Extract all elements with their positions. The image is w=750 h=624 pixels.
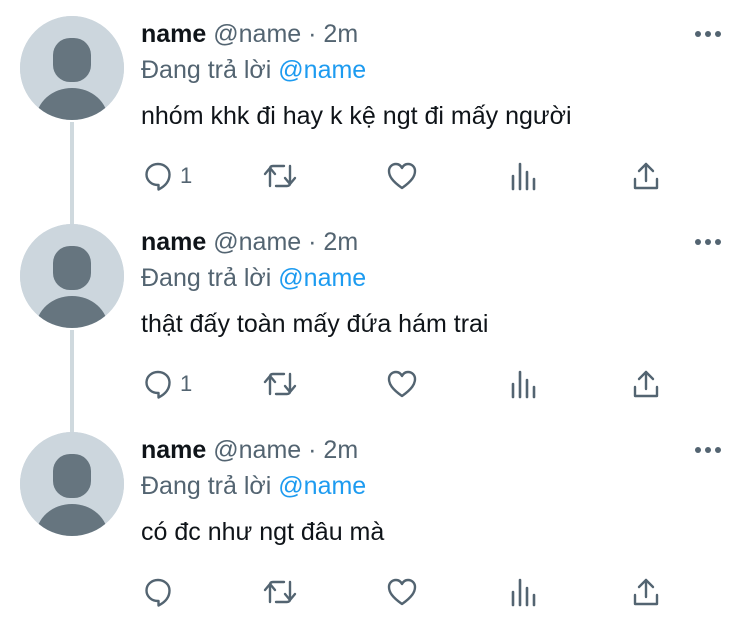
more-options-button[interactable] — [694, 235, 722, 249]
analytics-button[interactable] — [510, 156, 538, 196]
share-button[interactable] — [632, 364, 660, 404]
reply-count: 1 — [180, 163, 193, 188]
mention-link[interactable]: @name — [278, 264, 366, 292]
separator: · — [308, 228, 317, 256]
analytics-button[interactable] — [510, 364, 538, 404]
timestamp[interactable]: 2m — [323, 228, 358, 256]
like-button[interactable] — [386, 572, 418, 612]
more-options-button[interactable] — [694, 27, 722, 41]
tweet[interactable]: name @name · 2m Đang trả lời @name thật … — [0, 208, 750, 432]
share-button[interactable] — [632, 572, 660, 612]
reply-icon — [145, 162, 171, 191]
more-icon — [695, 31, 721, 37]
avatar[interactable] — [20, 16, 124, 120]
timestamp[interactable]: 2m — [323, 436, 358, 464]
reply-button[interactable] — [142, 572, 180, 612]
tweet-text: có đc như ngt đâu mà — [141, 518, 385, 546]
user-handle[interactable]: @name — [213, 228, 301, 256]
tweet-text: nhóm khk đi hay k kệ ngt đi mấy người — [141, 102, 572, 130]
retweet-button[interactable] — [262, 572, 298, 612]
like-icon — [387, 370, 417, 398]
analytics-icon — [511, 370, 536, 399]
analytics-icon — [511, 162, 536, 191]
reply-button[interactable]: 1 — [142, 156, 192, 196]
tweet-header: name @name · 2m — [141, 18, 358, 50]
action-bar — [0, 572, 750, 612]
default-avatar-icon — [20, 432, 124, 536]
like-icon — [387, 578, 417, 606]
timestamp[interactable]: 2m — [323, 20, 358, 48]
display-name[interactable]: name — [141, 20, 206, 48]
reply-icon — [145, 370, 171, 399]
share-icon — [633, 578, 659, 606]
reply-icon — [145, 578, 171, 607]
reply-button[interactable]: 1 — [142, 364, 192, 404]
more-icon — [695, 239, 721, 245]
replying-prefix: Đang trả lời — [141, 264, 272, 292]
avatar[interactable] — [20, 224, 124, 328]
tweet[interactable]: name @name · 2m Đang trả lời @name nhóm … — [0, 0, 750, 224]
mention-link[interactable]: @name — [278, 56, 366, 84]
avatar[interactable] — [20, 432, 124, 536]
display-name[interactable]: name — [141, 228, 206, 256]
reply-count: 1 — [180, 371, 193, 396]
user-handle[interactable]: @name — [213, 436, 301, 464]
replying-to: Đang trả lời @name — [141, 54, 366, 86]
replying-prefix: Đang trả lời — [141, 56, 272, 84]
display-name[interactable]: name — [141, 436, 206, 464]
retweet-icon — [263, 164, 297, 188]
separator: · — [308, 20, 317, 48]
more-icon — [695, 447, 721, 453]
share-icon — [633, 162, 659, 190]
replying-to: Đang trả lời @name — [141, 470, 366, 502]
like-button[interactable] — [386, 364, 418, 404]
analytics-icon — [511, 578, 536, 607]
retweet-button[interactable] — [262, 364, 298, 404]
like-icon — [387, 162, 417, 190]
tweet[interactable]: name @name · 2m Đang trả lời @name có đc… — [0, 416, 750, 624]
replying-to: Đang trả lời @name — [141, 262, 366, 294]
replying-prefix: Đang trả lời — [141, 472, 272, 500]
more-options-button[interactable] — [694, 443, 722, 457]
retweet-icon — [263, 580, 297, 604]
user-handle[interactable]: @name — [213, 20, 301, 48]
analytics-button[interactable] — [510, 572, 538, 612]
tweet-header: name @name · 2m — [141, 226, 358, 258]
share-button[interactable] — [632, 156, 660, 196]
share-icon — [633, 370, 659, 398]
tweet-text: thật đấy toàn mấy đứa hám trai — [141, 310, 489, 338]
action-bar: 1 — [0, 364, 750, 404]
mention-link[interactable]: @name — [278, 472, 366, 500]
default-avatar-icon — [20, 224, 124, 328]
default-avatar-icon — [20, 16, 124, 120]
retweet-button[interactable] — [262, 156, 298, 196]
separator: · — [308, 436, 317, 464]
tweet-header: name @name · 2m — [141, 434, 358, 466]
retweet-icon — [263, 372, 297, 396]
like-button[interactable] — [386, 156, 418, 196]
action-bar: 1 — [0, 156, 750, 196]
